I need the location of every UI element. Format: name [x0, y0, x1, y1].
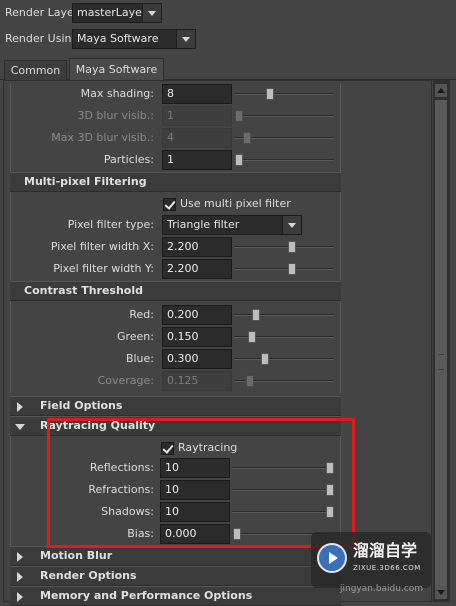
coverage-field: 0.125 — [162, 371, 232, 391]
blue-field[interactable]: 0.300 — [162, 349, 232, 369]
field-options-title: Field Options — [40, 399, 123, 412]
particles-label: Particles: — [103, 153, 154, 166]
group-right-line — [340, 301, 341, 393]
group-left-line — [10, 301, 11, 393]
motion-blur-header[interactable]: Motion Blur — [10, 546, 341, 566]
max-shading-field[interactable]: 8 — [162, 84, 232, 104]
pixel-filter-type-value: Triangle filter — [167, 218, 240, 231]
arrow-down-icon — [437, 590, 445, 595]
width-y-label: Pixel filter width Y: — [53, 262, 154, 275]
width-y-slider-handle[interactable] — [288, 263, 296, 275]
scrollbar-thumb[interactable] — [435, 100, 447, 590]
motion-blur-title: Motion Blur — [40, 549, 113, 562]
arrow-up-icon — [437, 88, 445, 93]
max-shading-slider-handle[interactable] — [266, 88, 274, 100]
chevron-down-icon — [142, 4, 161, 22]
group-left-line — [10, 192, 11, 280]
grip-icon — [438, 354, 444, 370]
particles-field[interactable]: 1 — [162, 150, 232, 170]
blur-visib-label: 3D blur visib.: — [77, 109, 154, 122]
blue-slider-handle[interactable] — [261, 353, 269, 365]
max-blur-visib-label: Max 3D blur visib.: — [51, 131, 154, 144]
scroll-up-button[interactable] — [435, 84, 447, 97]
watermark-url: ZIXUE.3D66.COM — [353, 564, 421, 572]
pixel-filter-type-dropdown[interactable]: Triangle filter — [162, 215, 302, 235]
contrast-title: Contrast Threshold — [24, 284, 144, 297]
blur-visib-field: 1 — [162, 106, 232, 126]
watermark-brand: 溜溜自学 — [353, 541, 418, 560]
multipixel-title: Multi-pixel Filtering — [24, 175, 147, 188]
coverage-slider-handle — [246, 375, 254, 387]
width-y-field[interactable]: 2.200 — [162, 259, 232, 279]
blur-visib-slider-track — [234, 115, 334, 117]
green-field[interactable]: 0.150 — [162, 327, 232, 347]
watermark: 溜溜自学 ZIXUE.3D66.COM — [311, 532, 431, 588]
expand-arrow-icon — [17, 552, 23, 562]
render-using-dropdown[interactable]: Maya Software — [72, 29, 196, 49]
render-layer-dropdown[interactable]: masterLayer — [72, 3, 162, 23]
field-options-header[interactable]: Field Options — [10, 396, 341, 416]
coverage-label: Coverage: — [97, 374, 154, 387]
play-triangle-icon — [329, 552, 338, 564]
memory-header[interactable]: Memory and Performance Options — [10, 586, 341, 606]
watermark-partial-url: jingyan.baidu.com — [340, 584, 424, 594]
chevron-down-icon — [176, 30, 195, 48]
scroll-down-button[interactable] — [435, 586, 447, 599]
width-x-field[interactable]: 2.200 — [162, 237, 232, 257]
render-options-header[interactable]: Render Options — [10, 566, 341, 586]
tab-maya-software[interactable]: Maya Software — [69, 58, 164, 80]
chevron-down-icon — [282, 216, 301, 234]
red-slider-track[interactable] — [234, 314, 334, 316]
green-slider-handle[interactable] — [248, 331, 256, 343]
blur-visib-slider-handle — [235, 110, 243, 122]
red-label: Red: — [129, 308, 154, 321]
width-x-slider-track[interactable] — [234, 246, 334, 248]
multipixel-section-header: Multi-pixel Filtering — [10, 172, 341, 192]
width-x-label: Pixel filter width X: — [50, 240, 154, 253]
group-right-line — [340, 192, 341, 280]
max-shading-slider-track[interactable] — [234, 93, 334, 95]
particles-slider-handle[interactable] — [235, 154, 243, 166]
expand-arrow-icon — [17, 402, 23, 412]
expand-arrow-icon — [17, 572, 23, 582]
collapse-arrow-icon — [15, 424, 25, 430]
red-field[interactable]: 0.200 — [162, 305, 232, 325]
blue-label: Blue: — [125, 352, 154, 365]
expand-arrow-icon — [17, 592, 23, 602]
render-options-title: Render Options — [40, 569, 137, 582]
pixel-filter-type-label: Pixel filter type: — [67, 218, 154, 231]
contrast-section-header: Contrast Threshold — [10, 281, 341, 301]
width-y-slider-track[interactable] — [234, 268, 334, 270]
particles-slider-track[interactable] — [234, 159, 334, 161]
render-using-value: Maya Software — [77, 32, 159, 45]
width-x-slider-handle[interactable] — [288, 241, 296, 253]
play-logo-icon — [317, 543, 347, 573]
green-label: Green: — [116, 330, 154, 343]
max-blur-visib-field: 4 — [162, 128, 232, 148]
max-blur-visib-slider-handle — [243, 132, 251, 144]
red-slider-handle[interactable] — [252, 309, 260, 321]
max-shading-label: Max shading: — [80, 87, 154, 100]
render-layer-value: masterLayer — [77, 6, 147, 19]
tab-common[interactable]: Common — [4, 60, 67, 80]
blue-slider-track[interactable] — [234, 358, 334, 360]
use-multipixel-checkbox[interactable] — [163, 198, 176, 211]
highlight-box — [47, 418, 355, 548]
render-layer-label: Render Layer — [5, 6, 79, 19]
memory-title: Memory and Performance Options — [40, 589, 253, 602]
render-using-label: Render Using — [5, 32, 79, 45]
group-left-line — [10, 436, 11, 546]
use-multipixel-label: Use multi pixel filter — [180, 197, 291, 210]
vertical-scrollbar[interactable] — [433, 80, 450, 602]
